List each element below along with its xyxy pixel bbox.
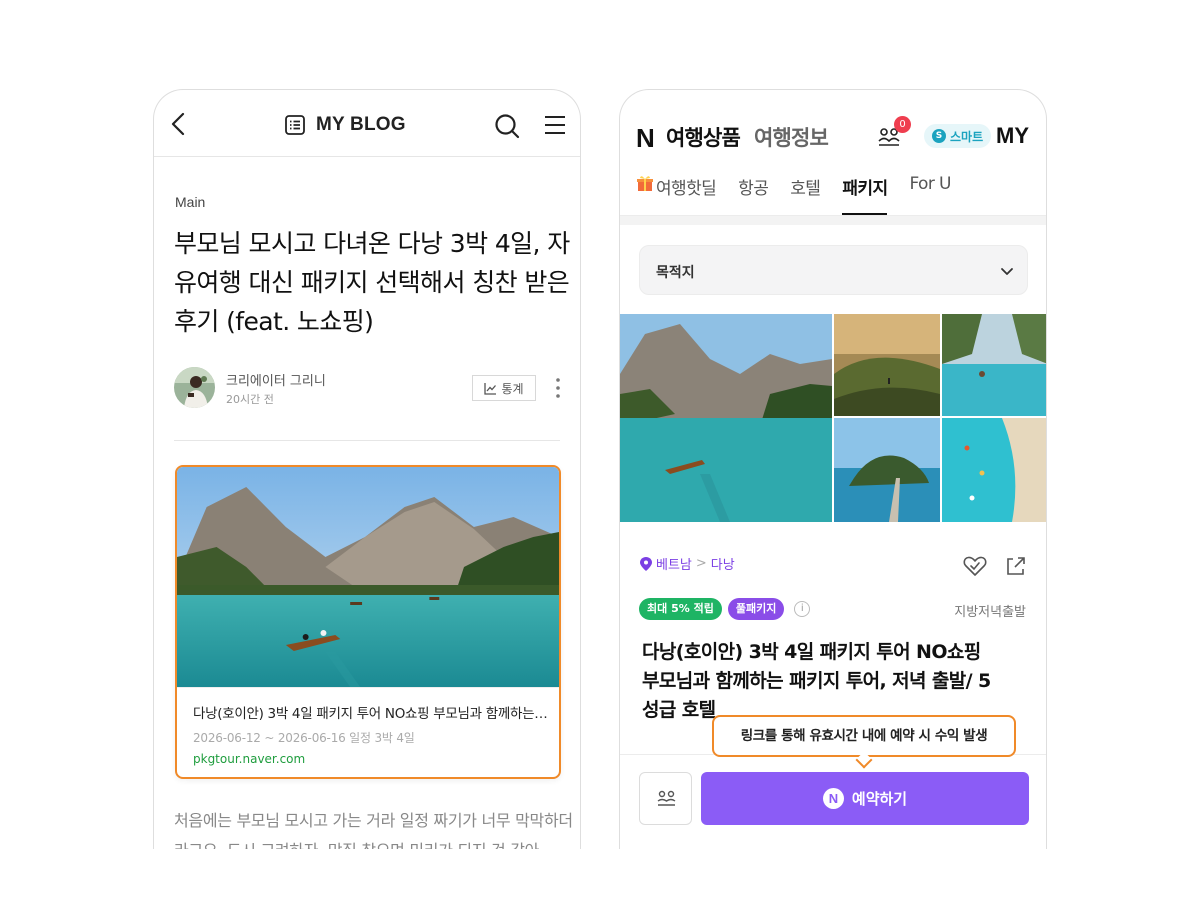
destination-label: 목적지 xyxy=(656,265,695,281)
card-title: 다낭(호이안) 3박 4일 패키지 투어 NO쇼핑 부모님과 함께하는 패키지 … xyxy=(193,706,548,722)
gift-icon xyxy=(637,176,653,191)
share-icon[interactable] xyxy=(1003,553,1029,579)
card-text: 다낭(호이안) 3박 4일 패키지 투어 NO쇼핑 부모님과 함께하는 패키지 … xyxy=(177,687,559,777)
tab-flight[interactable]: 항공 xyxy=(738,174,769,214)
gallery-photo-hills xyxy=(834,314,940,416)
tab-hotel[interactable]: 호텔 xyxy=(790,174,821,214)
product-gallery[interactable] xyxy=(620,314,1046,522)
people-icon xyxy=(657,790,676,806)
tab-hotdeal[interactable]: 여행핫딜 xyxy=(636,174,717,214)
gallery-photo-beach xyxy=(942,418,1046,522)
lake-photo xyxy=(177,467,559,687)
info-icon[interactable]: i xyxy=(794,601,811,617)
divider xyxy=(174,440,560,441)
gallery-photo-island xyxy=(834,418,940,522)
gallery-photo-pool xyxy=(942,314,1046,416)
hamburger-menu-icon[interactable] xyxy=(542,112,568,138)
smart-label: 스마트 xyxy=(950,129,984,144)
product-title: 다낭(호이안) 3박 4일 패키지 투어 NO쇼핑 부모님과 함께하는 패키지 … xyxy=(642,641,991,721)
smart-badge[interactable]: S 스마트 xyxy=(924,124,992,148)
smart-letter: S xyxy=(932,129,946,143)
nav-travel-info[interactable]: 여행정보 xyxy=(754,122,829,152)
departure-info: 지방저녁출발 xyxy=(954,605,1026,620)
stats-label: 통계 xyxy=(501,381,524,396)
nav-travel-products[interactable]: 여행상품 xyxy=(666,122,741,152)
blog-header: MY BLOG xyxy=(154,90,580,157)
search-icon[interactable] xyxy=(493,112,521,140)
reserve-button[interactable]: N 예약하기 xyxy=(701,772,1029,825)
post-time: 20시간 전 xyxy=(226,393,274,406)
post-title: 부모님 모시고 다녀온 다낭 3박 4일, 자유여행 대신 패키지 선택해서 칭… xyxy=(174,229,570,336)
tab-for-u[interactable]: For U xyxy=(909,174,951,214)
product-tags: 최대 5% 적립 풀패키지 i xyxy=(639,598,811,620)
destination-select[interactable]: 목적지 xyxy=(639,245,1028,295)
full-package-tag: 풀패키지 xyxy=(727,598,785,620)
naver-n-icon: N xyxy=(822,788,844,809)
gallery-photo-main xyxy=(620,314,832,522)
points-tag: 최대 5% 적립 xyxy=(639,598,722,620)
bottom-action-bar: N 예약하기 xyxy=(620,754,1046,849)
blog-title-group[interactable]: MY BLOG xyxy=(284,114,406,136)
chart-icon xyxy=(484,382,497,395)
more-vertical-icon[interactable] xyxy=(552,374,564,402)
breadcrumb-separator: > xyxy=(695,556,707,571)
my-link[interactable]: MY xyxy=(996,123,1029,149)
card-date: 2026-06-12 ~ 2026-06-16 일정 3박 4일 xyxy=(193,731,415,745)
post-body-text: 처음에는 부모님 모시고 가는 거라 일정 짜기가 너무 막막하더라고요. 도시… xyxy=(174,811,573,849)
product-link-card[interactable]: 다낭(호이안) 3박 4일 패키지 투어 NO쇼핑 부모님과 함께하는 패키지 … xyxy=(175,465,561,779)
breadcrumb[interactable]: 베트남 > 다낭 xyxy=(640,554,735,573)
blog-title: MY BLOG xyxy=(316,114,406,135)
tab-package[interactable]: 패키지 xyxy=(842,174,888,215)
location-pin-icon xyxy=(640,556,652,571)
naver-logo[interactable]: N xyxy=(636,123,655,154)
stats-button[interactable]: 통계 xyxy=(472,375,536,401)
tab-hotdeal-label: 여행핫딜 xyxy=(656,179,717,199)
notification-badge: 0 xyxy=(894,116,911,133)
chevron-down-icon xyxy=(1001,268,1013,275)
blog-screen: MY BLOG Main 부모님 모시고 다녀온 다낭 3박 4일, 자유여행 … xyxy=(153,89,581,849)
reserve-label: 예약하기 xyxy=(851,790,908,808)
blog-list-icon xyxy=(285,115,305,135)
group-button[interactable] xyxy=(639,772,692,825)
category-tabs: 여행핫딜 항공 호텔 패키지 For U xyxy=(636,174,952,215)
breadcrumb-country[interactable]: 베트남 xyxy=(656,554,692,573)
avatar[interactable] xyxy=(174,367,215,408)
post-category[interactable]: Main xyxy=(175,194,205,210)
breadcrumb-city[interactable]: 다낭 xyxy=(711,554,735,573)
section-separator xyxy=(620,215,1046,225)
author-row: 크리에이터 그리니 20시간 전 통계 xyxy=(174,367,564,411)
travel-header: N 여행상품 여행정보 0 S 스마트 MY 여행핫딜 항공 호텔 패키지 Fo… xyxy=(620,90,1046,220)
heart-icon[interactable] xyxy=(962,553,988,579)
author-name[interactable]: 크리에이터 그리니 xyxy=(226,370,326,389)
card-url: pkgtour.naver.com xyxy=(193,752,306,766)
travel-screen: N 여행상품 여행정보 0 S 스마트 MY 여행핫딜 항공 호텔 패키지 Fo… xyxy=(619,89,1047,849)
chevron-left-icon[interactable] xyxy=(166,110,194,138)
